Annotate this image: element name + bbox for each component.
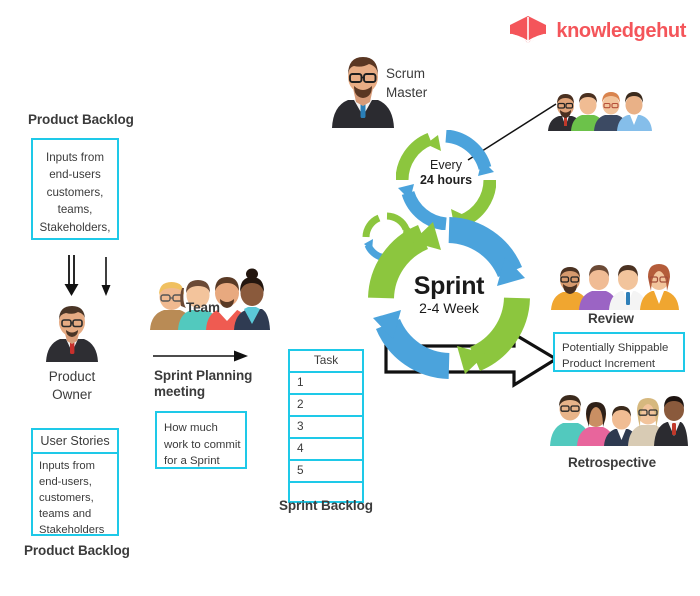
table-row: 4 bbox=[288, 437, 364, 459]
daily-cycle-label-line1: Every bbox=[430, 158, 462, 172]
scrum-diagram-canvas: knowledgehut Product Backlog Inputs from… bbox=[0, 0, 700, 596]
review-avatars bbox=[550, 258, 680, 310]
product-owner-label-line1: Product bbox=[48, 369, 96, 384]
table-row: 3 bbox=[288, 415, 364, 437]
team-avatars bbox=[148, 262, 270, 330]
review-label: Review bbox=[588, 311, 634, 326]
product-backlog-heading: Product Backlog bbox=[28, 112, 134, 127]
sprint-backlog-table: Task 1 2 3 4 5 bbox=[288, 349, 364, 503]
sprint-planning-arrow bbox=[153, 350, 248, 362]
logo-wordmark: knowledgehut bbox=[556, 19, 686, 42]
scrum-master-label-line1: Scrum bbox=[386, 66, 426, 81]
user-stories-inputs-box: Inputs from end-users, customers, teams … bbox=[31, 452, 119, 536]
knowledgehut-logo[interactable]: knowledgehut bbox=[508, 14, 686, 48]
product-backlog-inputs-text: Inputs from end-users customers, teams, … bbox=[39, 151, 111, 234]
retrospective-label: Retrospective bbox=[568, 455, 656, 470]
open-book-shield-icon bbox=[510, 16, 547, 46]
sprint-planning-label-line1: Sprint Planning bbox=[154, 368, 253, 383]
product-backlog-caption: Product Backlog bbox=[24, 543, 130, 558]
increment-text: Potentially Shippable Product Increment bbox=[562, 342, 669, 371]
product-owner-avatar bbox=[40, 300, 104, 362]
product-backlog-inputs-box: Inputs from end-users customers, teams, … bbox=[31, 138, 119, 240]
table-row: 1 bbox=[288, 371, 364, 393]
backlog-to-owner-arrows bbox=[64, 255, 111, 296]
team-label: Team bbox=[186, 300, 220, 315]
potentially-shippable-increment-box: Potentially Shippable Product Increment bbox=[553, 332, 685, 372]
sprint-duration: 2-4 Week bbox=[419, 300, 479, 316]
table-row: 2 bbox=[288, 393, 364, 415]
sprint-title: Sprint bbox=[413, 272, 485, 300]
sprint-backlog-caption: Sprint Backlog bbox=[279, 498, 373, 513]
user-stories-heading: User Stories bbox=[40, 434, 110, 448]
product-owner-label-line2: Owner bbox=[52, 387, 92, 402]
how-much-work-box: How much work to commit for a Sprint bbox=[155, 411, 247, 469]
user-stories-inputs-text: Inputs from end-users, customers, teams … bbox=[39, 460, 105, 536]
daily-standup-avatars bbox=[547, 85, 653, 131]
daily-cycle-label-line2: 24 hours bbox=[419, 173, 473, 187]
sprint-planning-label-line2: meeting bbox=[154, 384, 206, 399]
user-stories-header-box: User Stories bbox=[31, 428, 119, 454]
table-row: 5 bbox=[288, 459, 364, 481]
task-column-header: Task bbox=[288, 349, 364, 371]
retrospective-avatars bbox=[548, 388, 688, 446]
how-much-work-text: How much work to commit for a Sprint bbox=[164, 422, 241, 468]
